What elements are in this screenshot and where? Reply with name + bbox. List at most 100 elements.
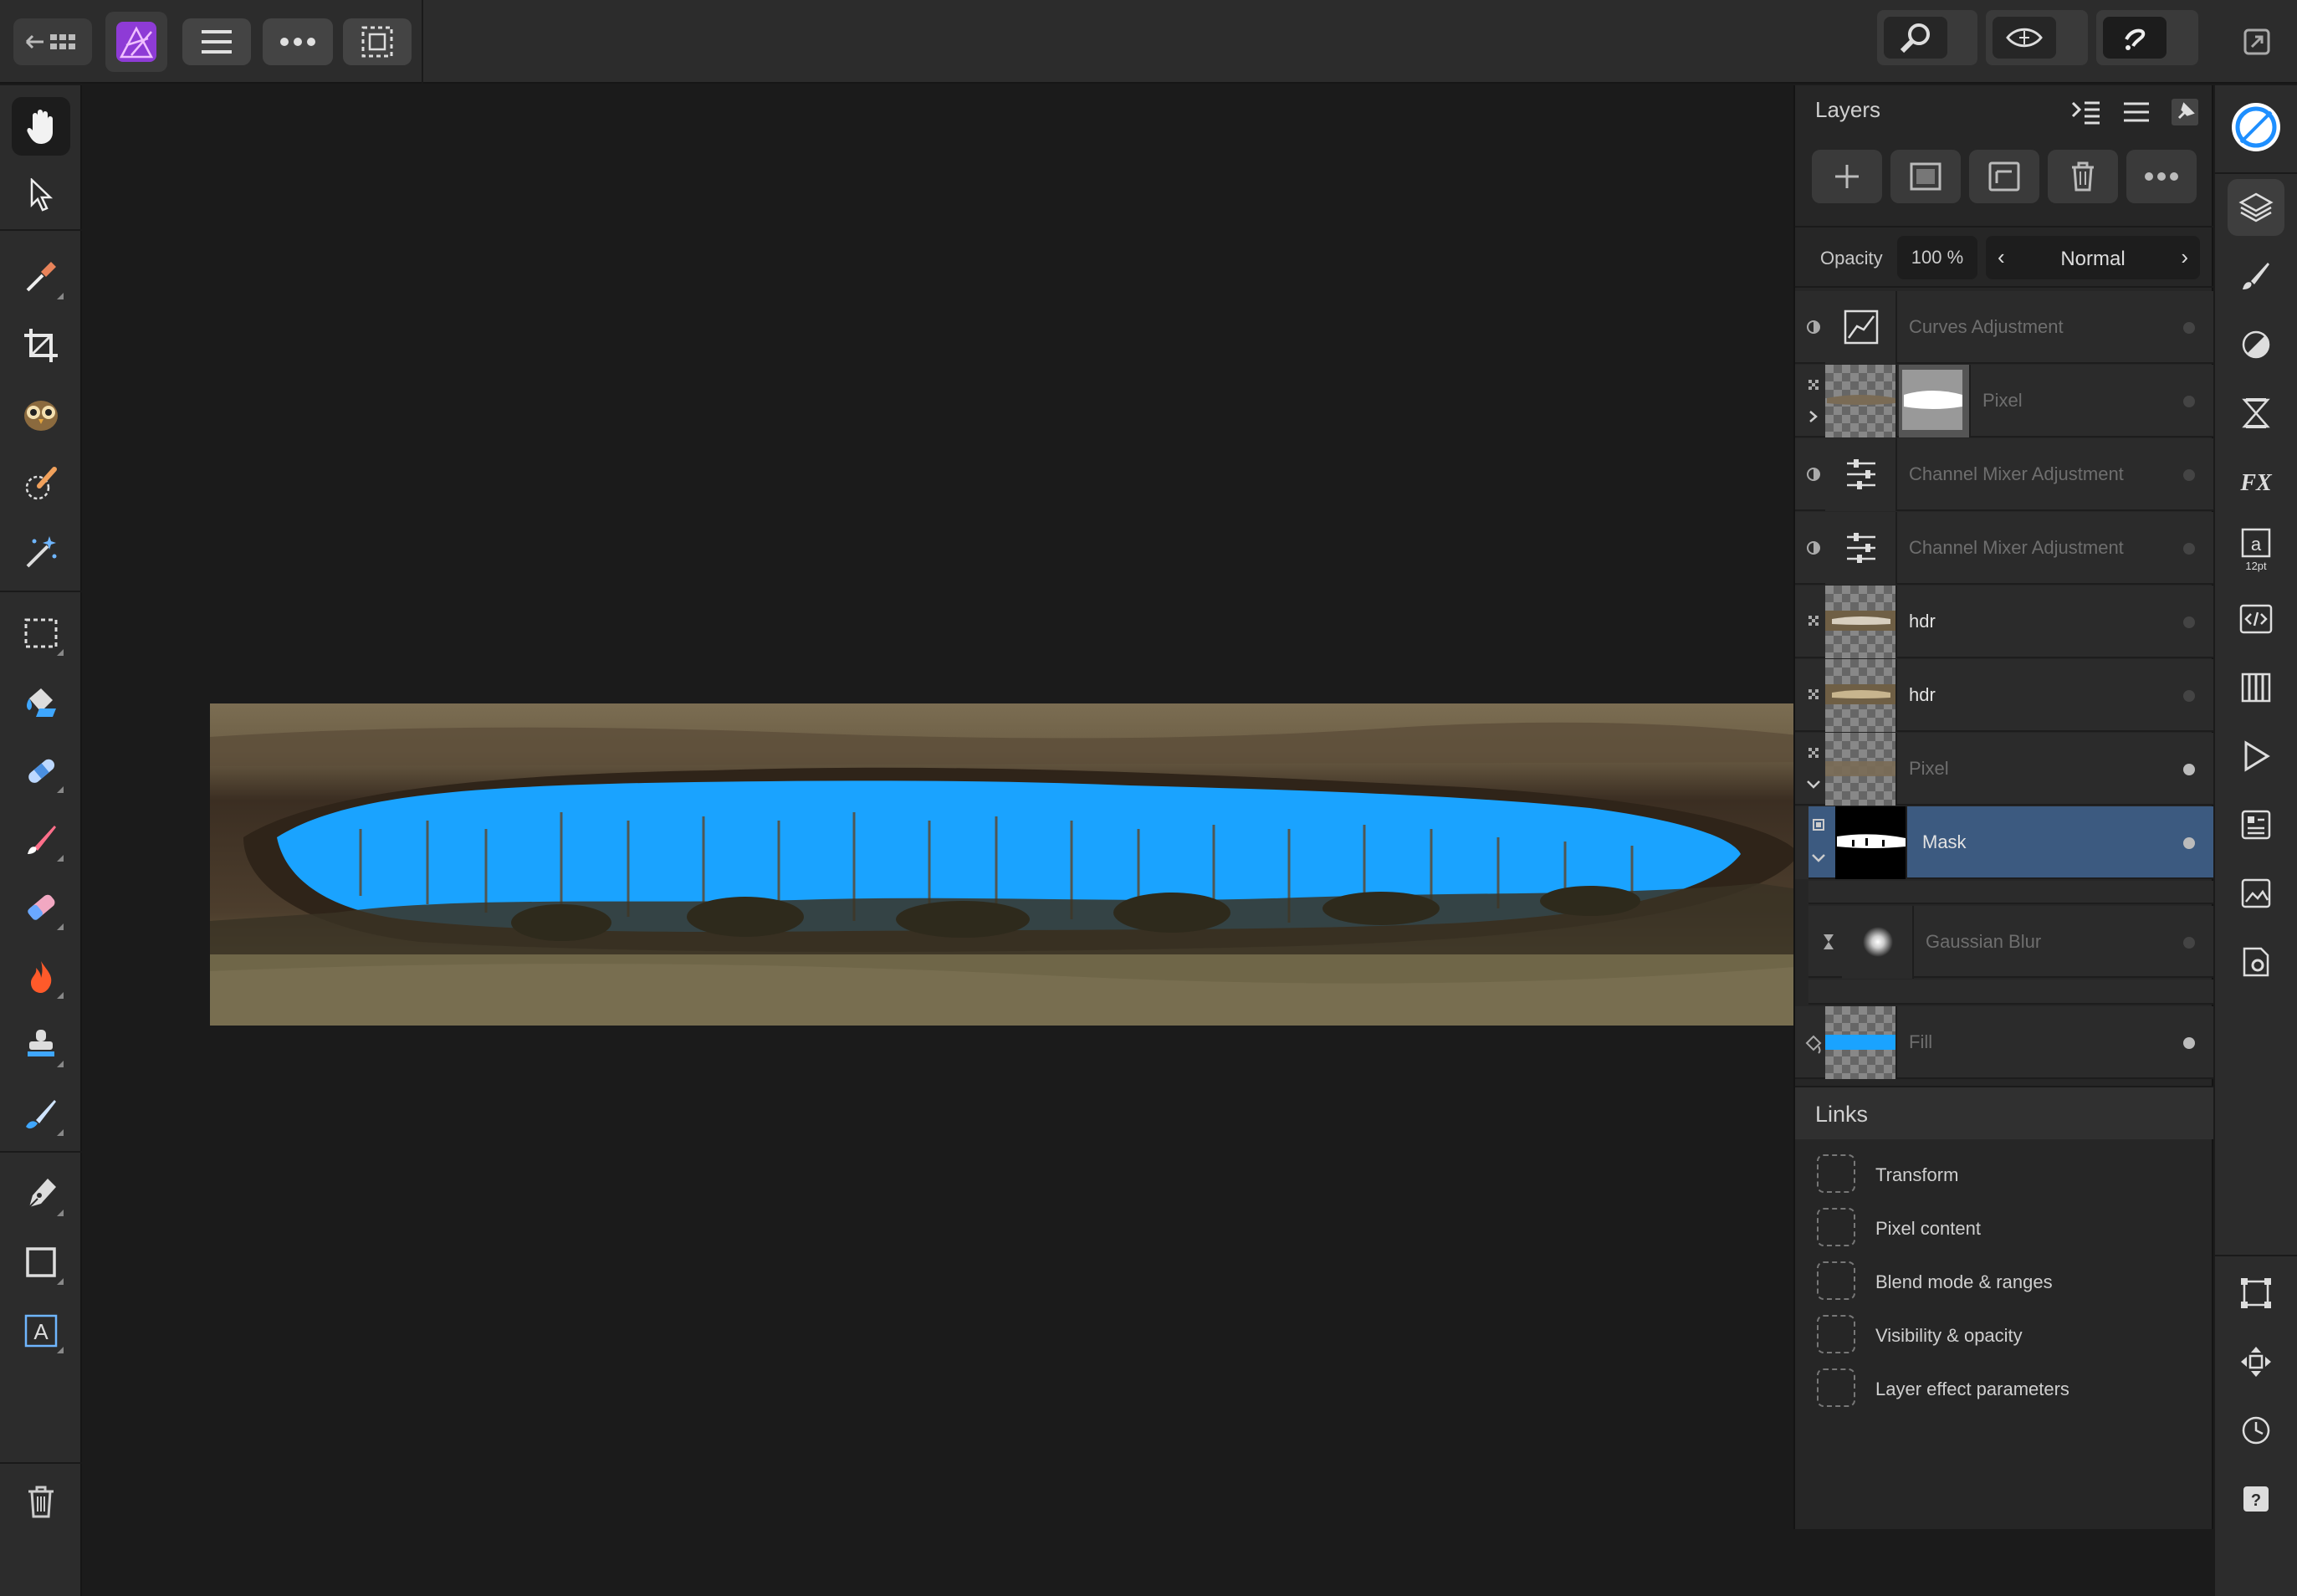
layer-row[interactable]: Curves Adjustment [1795,291,2213,364]
move-tool[interactable] [12,166,70,224]
link-option-row[interactable]: Layer effect parameters [1795,1362,2213,1415]
link-checkbox[interactable] [1817,1261,1855,1300]
layers-studio-button[interactable] [2228,179,2284,236]
burn-brush-tool[interactable] [12,947,70,1005]
layer-row[interactable]: hdr [1795,659,2213,732]
view-tool[interactable] [12,97,70,156]
navigator-studio-button[interactable] [2228,865,2284,922]
visibility-dot[interactable] [2183,469,2195,481]
pen-tool[interactable] [12,1164,70,1223]
artistic-text-tool[interactable]: A [12,1302,70,1360]
colour-studio-button[interactable] [2228,99,2284,156]
layer-row[interactable]: Pixel [1795,365,2213,437]
paint-brush-tool[interactable] [12,810,70,868]
stock-studio-button[interactable] [2228,796,2284,853]
blend-mode-selector[interactable]: ‹ Normal › [1986,236,2200,279]
pixel-layer-icon[interactable] [1802,365,1825,437]
flood-select-tool[interactable] [12,522,70,581]
link-checkbox[interactable] [1817,1315,1855,1353]
view-quality-button[interactable] [1993,17,2056,59]
layer-row-selected[interactable]: Mask [1795,806,2213,879]
menu-button[interactable] [182,18,251,65]
rectangle-tool[interactable] [12,1233,70,1292]
visibility-dot[interactable] [2183,543,2195,555]
persona-liquify-tool[interactable] [12,385,70,443]
layer-row[interactable]: hdr [1795,586,2213,658]
visibility-dot[interactable] [2183,396,2195,407]
fill-layer-icon[interactable] [1802,1006,1825,1079]
live-filters-studio-button[interactable] [2228,385,2284,442]
layer-row[interactable]: Gaussian Blur [1808,906,2213,979]
link-checkbox[interactable] [1817,1208,1855,1246]
add-mask-layer-button[interactable] [1890,150,1961,203]
document-canvas[interactable] [84,85,1845,1596]
color-picker-tool[interactable] [12,248,70,306]
adjustments-studio-button[interactable] [2228,316,2284,373]
link-checkbox[interactable] [1817,1368,1855,1407]
visibility-dot[interactable] [2183,937,2195,949]
link-checkbox[interactable] [1817,1154,1855,1193]
back-to-documents-button[interactable] [13,18,92,65]
settings-studio-button[interactable] [2228,934,2284,990]
erase-brush-tool[interactable] [12,878,70,937]
pixel-layer-icon[interactable] [1802,586,1825,658]
assistant-button[interactable] [2103,17,2167,59]
link-option-row[interactable]: Transform [1795,1148,2213,1201]
play-macro-studio-button[interactable] [2228,728,2284,785]
add-group-button[interactable] [1969,150,2039,203]
transform-studio-button[interactable] [2228,1265,2284,1322]
visibility-dot[interactable] [2183,690,2195,702]
tools-divider [0,1151,82,1153]
effects-studio-button[interactable]: FX [2228,453,2284,510]
mask-expand-icon[interactable] [1808,806,1829,879]
pixel-layer-icon[interactable] [1802,659,1825,732]
delete-layer-button[interactable] [2048,150,2118,203]
link-option-row[interactable]: Blend mode & ranges [1795,1255,2213,1308]
smudge-brush-tool[interactable] [12,1084,70,1143]
chevron-right-icon[interactable]: › [2181,244,2188,270]
more-options-button[interactable] [263,18,333,65]
panel-menu-button[interactable] [2118,94,2155,130]
macros-studio-button[interactable] [2228,591,2284,647]
link-option-row[interactable]: Pixel content [1795,1201,2213,1255]
visibility-dot[interactable] [2183,764,2195,775]
visibility-dot[interactable] [2183,1037,2195,1049]
flood-fill-tool[interactable] [12,673,70,731]
persona-photo-button[interactable] [105,12,167,72]
text-styles-studio-button[interactable]: a 12pt [2228,522,2284,579]
navigator-move-button[interactable] [2228,1333,2284,1390]
eyedropper-icon [26,262,56,292]
layer-more-button[interactable] [2126,150,2197,203]
channels-studio-button[interactable] [2228,659,2284,716]
pin-panel-button[interactable] [2167,94,2203,130]
layer-row[interactable]: Pixel [1795,733,2213,806]
layer-row[interactable]: Fill [1795,1006,2213,1079]
visibility-dot[interactable] [2183,616,2195,628]
visibility-dot[interactable] [2183,322,2195,334]
layer-row[interactable]: Channel Mixer Adjustment [1795,512,2213,585]
selection-mode-button[interactable] [343,18,412,65]
selection-brush-tool[interactable] [12,453,70,512]
help-button[interactable]: ? [2228,1471,2284,1527]
half-circle-adjustment-icon[interactable] [1802,291,1825,364]
document-image[interactable] [210,703,1845,1026]
zoom-button[interactable] [1884,17,1947,59]
half-circle-adjustment-icon[interactable] [1802,512,1825,585]
crop-tool[interactable] [12,316,70,375]
delete-button[interactable] [12,1472,70,1531]
pixel-layer-icon[interactable] [1802,733,1825,806]
link-option-row[interactable]: Visibility & opacity [1795,1308,2213,1362]
collapse-panel-button[interactable] [2068,94,2105,130]
brushes-studio-button[interactable] [2228,248,2284,304]
visibility-dot[interactable] [2183,837,2195,849]
half-circle-adjustment-icon[interactable] [1802,438,1825,511]
layer-row[interactable]: Channel Mixer Adjustment [1795,438,2213,511]
history-studio-button[interactable] [2228,1402,2284,1459]
add-pixel-layer-button[interactable] [1812,150,1882,203]
clone-brush-tool[interactable] [12,1015,70,1074]
rectangular-marquee-tool[interactable] [12,604,70,662]
inpainting-brush-tool[interactable] [12,741,70,800]
fullscreen-button[interactable] [2233,18,2280,65]
live-filter-icon[interactable] [1817,906,1840,978]
opacity-field[interactable]: 100 % [1897,236,1977,279]
